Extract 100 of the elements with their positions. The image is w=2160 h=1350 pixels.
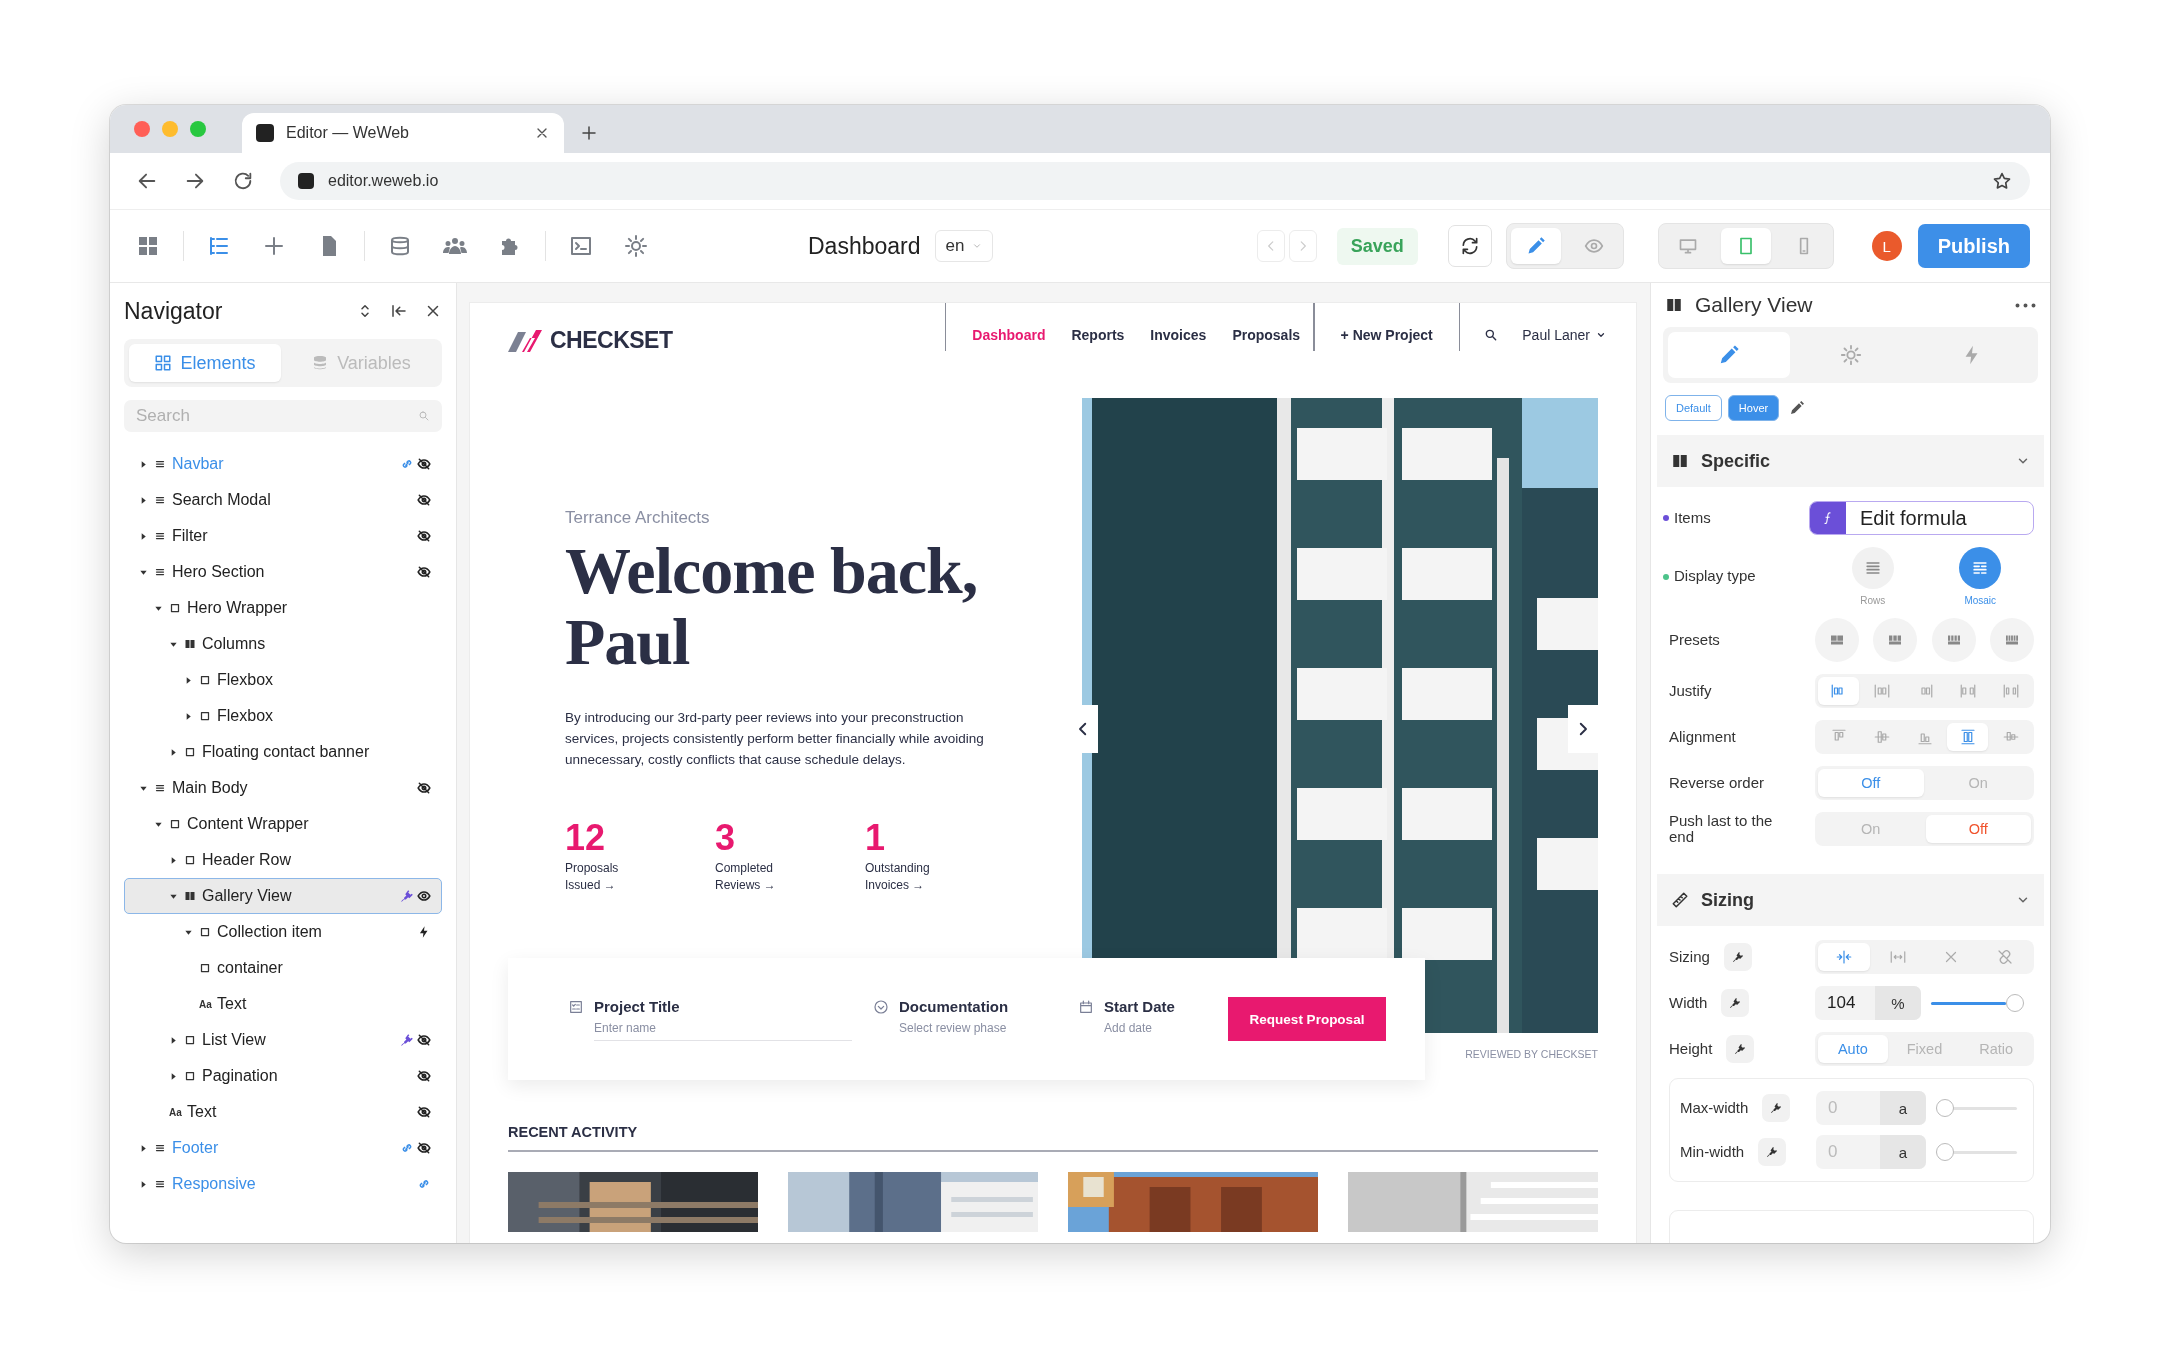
tree-item[interactable]: Search Modal xyxy=(124,482,442,518)
next-slide-button[interactable] xyxy=(1568,705,1598,753)
nav-link[interactable]: Invoices xyxy=(1137,303,1220,343)
mode-button[interactable] xyxy=(1510,228,1561,264)
number-input[interactable]: 0 xyxy=(1816,1135,1880,1169)
segment-button[interactable] xyxy=(1818,943,1870,971)
tree-item[interactable]: container xyxy=(124,950,442,986)
link-icon xyxy=(400,1141,414,1155)
expand-arrow-icon[interactable] xyxy=(184,675,193,685)
formula-field[interactable]: Edit formula xyxy=(1809,501,2034,535)
preset-button[interactable] xyxy=(1931,618,1976,662)
number-field[interactable]: 104 % xyxy=(1815,986,1921,1020)
new-tab-icon xyxy=(580,124,598,142)
bind-button[interactable] xyxy=(1758,1138,1787,1166)
number-input[interactable]: 104 xyxy=(1815,986,1875,1020)
undo-icon xyxy=(1256,230,1285,262)
tree-item[interactable]: Header Row xyxy=(124,842,442,878)
stat-link[interactable]: Completed Reviews → xyxy=(715,860,795,895)
redo-icon xyxy=(1288,230,1317,262)
square-icon xyxy=(184,1070,196,1082)
tree-item[interactable]: Pagination xyxy=(124,1058,442,1094)
nav-link[interactable]: Reports xyxy=(1058,303,1138,343)
close-window-button[interactable] xyxy=(134,121,150,137)
eye-off-icon xyxy=(417,1141,431,1155)
input-field[interactable]: Enter name xyxy=(594,1018,852,1041)
input-field[interactable]: Add date xyxy=(1104,1019,1214,1040)
preset-button[interactable] xyxy=(1990,618,2034,662)
display-option[interactable] xyxy=(1959,547,2002,589)
tree-item[interactable]: Floating contact banner xyxy=(124,734,442,770)
tree-item[interactable]: Columns xyxy=(124,626,442,662)
bind-button[interactable] xyxy=(1726,1035,1755,1063)
slider[interactable] xyxy=(1931,994,2024,1012)
segment-button[interactable] xyxy=(1818,677,1859,705)
tree-item[interactable]: Main Body xyxy=(124,770,442,806)
tree-item[interactable]: Flexbox xyxy=(124,698,442,734)
search-field[interactable]: Search xyxy=(124,400,442,432)
expand-arrow-icon[interactable] xyxy=(139,1179,148,1189)
tree-item[interactable]: Gallery View xyxy=(124,878,442,914)
expand-arrow-icon[interactable] xyxy=(139,1143,148,1153)
preset-button[interactable] xyxy=(1873,618,1918,662)
address-bar[interactable]: editor.weweb.io xyxy=(280,162,2030,200)
bind-button[interactable] xyxy=(1721,989,1750,1017)
monitor-icon xyxy=(1677,236,1698,256)
input-field[interactable]: Select review phase xyxy=(899,1019,1009,1040)
plug-icon xyxy=(1729,997,1742,1009)
section-header[interactable]: Specific xyxy=(1657,435,2044,487)
slider[interactable] xyxy=(1936,1143,2017,1161)
tree-item[interactable]: Collection item xyxy=(124,914,442,950)
device-button[interactable] xyxy=(1720,228,1771,264)
nav-link[interactable]: Dashboard xyxy=(946,303,1059,343)
preset-button[interactable] xyxy=(1815,618,1859,662)
user-avatar[interactable]: L xyxy=(1871,231,1902,261)
tree-item[interactable]: Flexbox xyxy=(124,662,442,698)
expand-arrow-icon[interactable] xyxy=(169,747,178,757)
expand-arrow-icon[interactable] xyxy=(169,855,178,865)
tree-item[interactable]: Aa Text xyxy=(124,1094,442,1130)
segment-button[interactable] xyxy=(1947,723,1988,751)
columns-icon xyxy=(1671,452,1689,470)
tree-item[interactable]: List View xyxy=(124,1022,442,1058)
browser-tab[interactable]: Editor — WeWeb xyxy=(242,113,564,153)
expand-arrow-icon[interactable] xyxy=(139,459,148,469)
number-field[interactable]: 0 a xyxy=(1816,1135,1926,1169)
section-header[interactable]: Sizing xyxy=(1657,874,2044,926)
property-label: Reverse order xyxy=(1669,774,1765,792)
expand-arrow-icon[interactable] xyxy=(139,531,148,541)
element-name: Text xyxy=(217,995,248,1013)
slider[interactable] xyxy=(1936,1099,2017,1117)
lines-icon xyxy=(154,566,166,578)
reload-icon xyxy=(232,170,254,192)
tree-item[interactable]: Filter xyxy=(124,518,442,554)
stat-value: 12 xyxy=(565,820,607,857)
stat-link[interactable]: Proposals Issued → xyxy=(565,860,645,895)
request-proposal-button[interactable]: Request Proposal xyxy=(1228,997,1386,1041)
user-menu[interactable]: Paul Laner xyxy=(1522,303,1606,343)
tree-item[interactable]: Hero Section xyxy=(124,554,442,590)
expand-arrow-icon[interactable] xyxy=(169,1071,178,1081)
bind-button[interactable] xyxy=(1762,1094,1791,1122)
number-field[interactable]: 0 a xyxy=(1816,1091,1926,1125)
tree-item[interactable]: Aa Text xyxy=(124,986,442,1022)
refresh-button[interactable] xyxy=(1447,225,1492,267)
nav-link[interactable]: Proposals xyxy=(1219,303,1314,343)
bind-button[interactable] xyxy=(1723,943,1752,971)
logo-icon xyxy=(508,327,544,354)
tree-item[interactable]: Hero Wrapper xyxy=(124,590,442,626)
number-input[interactable]: 0 xyxy=(1816,1091,1880,1125)
tree-item[interactable]: Content Wrapper xyxy=(124,806,442,842)
expand-arrow-icon[interactable] xyxy=(139,495,148,505)
unit-selector[interactable]: a xyxy=(1880,1135,1926,1169)
unit-selector[interactable]: % xyxy=(1875,986,1921,1020)
plug-icon xyxy=(1731,951,1744,963)
new-project-link[interactable]: + New Project xyxy=(1314,303,1459,343)
square-icon xyxy=(169,818,181,830)
stat-link[interactable]: Outstanding Invoices → xyxy=(865,860,945,895)
expand-arrow-icon[interactable] xyxy=(169,1035,178,1045)
unit-selector[interactable]: a xyxy=(1880,1091,1926,1125)
element-name: Search Modal xyxy=(172,491,272,509)
toggle-option[interactable]: Off xyxy=(1925,815,2031,843)
language-dropdown[interactable]: en xyxy=(934,230,994,262)
expand-arrow-icon[interactable] xyxy=(184,711,193,721)
display-option[interactable] xyxy=(1851,547,1894,589)
